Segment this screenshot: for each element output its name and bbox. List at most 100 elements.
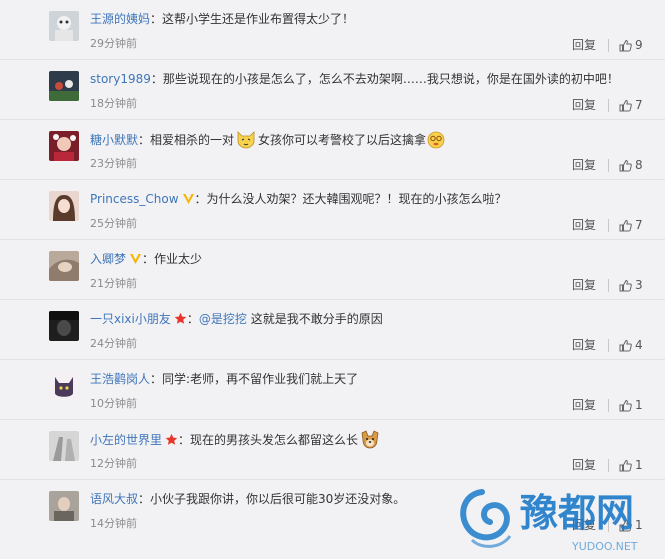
username[interactable]: Princess_Chow	[90, 192, 179, 206]
thumb-up-icon	[619, 459, 632, 471]
divider	[608, 38, 609, 52]
thumb-up-icon	[619, 39, 632, 51]
reply-button[interactable]: 回复	[572, 337, 596, 353]
reply-button[interactable]: 回复	[572, 217, 596, 233]
comment-text: 那些说现在的小孩是怎么了，怎么不去劝架啊……我只想说，你是在国外读的初中吧！	[162, 72, 619, 86]
comment-item: 一只xixi小朋友 ：@是挖挖 这就是我不敢分手的原因 24分钟前 回复 4	[0, 300, 665, 360]
comment-item: Princess_Chow ：为什么没人劝架？还大韓围观呢？！现在的小孩怎么啦？ …	[0, 180, 665, 240]
comment-feed: 王源的姨妈：这帮小学生还是作业布置得太少了！ 29分钟前 回复 9 story1…	[0, 0, 665, 540]
thumb-up-icon	[619, 219, 632, 231]
like-button[interactable]: 3	[619, 277, 645, 293]
site-watermark: 豫都网 YUDOO.NET	[452, 480, 664, 556]
thumb-up-icon	[619, 99, 632, 111]
thumb-up-icon	[619, 399, 632, 411]
timestamp: 12分钟前	[90, 457, 137, 470]
like-count: 7	[635, 98, 643, 112]
avatar[interactable]	[49, 191, 79, 221]
comment-item: 入卿梦 ：作业太少 21分钟前 回复 3	[0, 240, 665, 300]
dog-emoji-icon	[359, 429, 381, 449]
star-badge-icon	[165, 432, 178, 449]
like-button[interactable]: 7	[619, 217, 645, 233]
like-button[interactable]: 1	[619, 457, 645, 473]
avatar[interactable]	[49, 371, 79, 401]
like-button[interactable]: 4	[619, 337, 645, 353]
reply-button[interactable]: 回复	[572, 97, 596, 113]
comment-text: 女孩你可以考警校了以后这擒拿	[258, 133, 427, 147]
like-button[interactable]: 8	[619, 157, 645, 173]
avatar[interactable]	[49, 131, 79, 161]
timestamp: 24分钟前	[90, 337, 137, 350]
watermark-brand: 豫都网	[520, 491, 634, 535]
timestamp: 29分钟前	[90, 37, 137, 50]
divider	[608, 158, 609, 172]
watermark-logo: 豫都网 YUDOO.NET	[460, 489, 638, 553]
divider	[608, 338, 609, 352]
thumb-up-icon	[619, 159, 632, 171]
thumb-up-icon	[619, 279, 632, 291]
avatar[interactable]	[49, 251, 79, 281]
like-count: 7	[635, 218, 643, 232]
reply-button[interactable]: 回复	[572, 37, 596, 53]
comment-text: 这帮小学生还是作业布置得太少了！	[162, 12, 355, 26]
username[interactable]: story1989	[90, 72, 151, 86]
comment-text: 相爱相杀的一对	[150, 133, 235, 147]
divider	[608, 278, 609, 292]
watermark-domain: YUDOO.NET	[571, 540, 638, 553]
comment-text: 现在的男孩头发怎么都留这么长	[190, 433, 359, 447]
comment-item: story1989：那些说现在的小孩是怎么了，怎么不去劝架啊……我只想说，你是在…	[0, 60, 665, 120]
avatar[interactable]	[49, 431, 79, 461]
like-count: 1	[635, 458, 643, 472]
username[interactable]: 王源的姨妈	[90, 12, 150, 26]
comment-text: 同学:老师，再不留作业我们就上天了	[162, 372, 359, 386]
username[interactable]: 小左的世界里	[90, 433, 162, 447]
reply-button[interactable]: 回复	[572, 397, 596, 413]
like-count: 8	[635, 158, 643, 172]
timestamp: 18分钟前	[90, 97, 137, 110]
star-badge-icon	[174, 311, 187, 329]
colon: ：	[138, 133, 151, 147]
divider	[608, 398, 609, 412]
reply-button[interactable]: 回复	[572, 157, 596, 173]
comment-text: 为什么没人劝架？还大韓围观呢？！现在的小孩怎么啦？	[206, 192, 507, 206]
comment-text: 小伙子我跟你讲，你以后很可能30岁还没对象。	[150, 492, 406, 506]
mention-link[interactable]: @是挖挖	[199, 312, 247, 326]
username[interactable]: 语风大叔	[90, 492, 138, 506]
colon: ：	[150, 12, 163, 26]
vip-badge-icon	[129, 251, 142, 269]
comment-item: 王源的姨妈：这帮小学生还是作业布置得太少了！ 29分钟前 回复 9	[0, 0, 665, 60]
avatar[interactable]	[49, 311, 79, 341]
colon: ：	[186, 312, 199, 326]
colon: ：	[150, 372, 163, 386]
username[interactable]: 入卿梦	[90, 252, 126, 266]
like-button[interactable]: 9	[619, 37, 645, 53]
comment-item: 小左的世界里 ：现在的男孩头发怎么都留这么长 12分钟前 回复 1	[0, 420, 665, 480]
colon: ：	[138, 492, 151, 506]
like-count: 4	[635, 338, 643, 352]
divider	[608, 458, 609, 472]
avatar[interactable]	[49, 491, 79, 521]
comment-text: 作业太少	[154, 252, 203, 266]
timestamp: 25分钟前	[90, 217, 137, 230]
vip-badge-icon	[182, 191, 195, 209]
reply-button[interactable]: 回复	[572, 277, 596, 293]
username[interactable]: 糖小默默	[90, 133, 138, 147]
like-button[interactable]: 1	[619, 397, 645, 413]
avatar[interactable]	[49, 11, 79, 41]
timestamp: 14分钟前	[90, 517, 137, 530]
comment-text: 这就是我不敢分手的原因	[250, 312, 383, 326]
thumb-up-icon	[619, 339, 632, 351]
colon: ：	[150, 72, 163, 86]
colon: ：	[178, 433, 191, 447]
avatar[interactable]	[49, 71, 79, 101]
username[interactable]: 王浩鹳岗人	[90, 372, 150, 386]
comment-item: 王浩鹳岗人：同学:老师，再不留作业我们就上天了 10分钟前 回复 1	[0, 360, 665, 420]
like-button[interactable]: 7	[619, 97, 645, 113]
username[interactable]: 一只xixi小朋友	[90, 312, 171, 326]
colon: ：	[194, 192, 207, 206]
reply-button[interactable]: 回复	[572, 457, 596, 473]
like-count: 9	[635, 38, 643, 52]
colon: ：	[142, 252, 155, 266]
comment-item: 糖小默默：相爱相杀的一对 女孩你可以考警校了以后这擒拿 23分钟前 回复 8	[0, 120, 665, 180]
like-count: 1	[635, 398, 643, 412]
divider	[608, 218, 609, 232]
